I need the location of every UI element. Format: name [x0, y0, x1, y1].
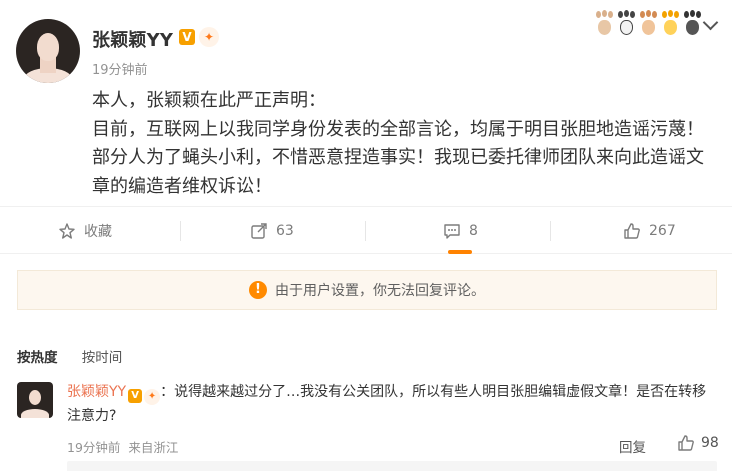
avatar-face [29, 390, 41, 405]
favorite-label: 收藏 [84, 224, 112, 240]
notice-text: 由于用户设置，你无法回复评论。 [275, 283, 485, 299]
like-button[interactable]: 267 [623, 207, 676, 255]
sub-comment-area [67, 461, 717, 471]
weibo-post: 张颖颖YY V ✦ 19分钟前 本人，张颖颖在此严正声明： 目前，互联网上以我同… [0, 0, 732, 206]
post-username[interactable]: 张颖颖YY [92, 26, 173, 52]
comment-time: 19分钟前 [67, 440, 121, 455]
decoration-icons [594, 10, 702, 38]
paw-decoration-icon [660, 10, 680, 38]
level-badge-icon: ✦ [144, 389, 161, 405]
paw-decoration-icon [682, 10, 702, 38]
active-tab-indicator [448, 250, 472, 254]
comment-count: 8 [469, 223, 478, 239]
comment-button[interactable]: 8 [443, 207, 478, 255]
avatar-shoulders [21, 409, 49, 418]
comment-like-button[interactable]: 98 [677, 434, 719, 452]
post-content-line: 本人，张颖颖在此严正声明： [92, 90, 326, 111]
paw-decoration-icon [594, 10, 614, 38]
chevron-down-icon[interactable] [700, 14, 720, 34]
warning-icon: ! [249, 281, 267, 299]
post-time: 19分钟前 [92, 63, 148, 78]
comment-body: 张颖颖YY V ✦ ：说得越来越过分了…我没有公关团队，所以有些人明目张胆编辑虚假文章… [67, 381, 717, 428]
star-icon [58, 222, 76, 240]
reply-button[interactable]: 回复 [619, 436, 646, 456]
comment-sort-tabs: 按热度 按时间 [17, 346, 122, 366]
comment-text: ：说得越来越过分了…我没有公关团队，所以有些人明目张胆编辑虚假文章！是否在转移注… [67, 384, 707, 424]
repost-button[interactable]: 63 [250, 207, 294, 255]
thumbs-up-icon [678, 435, 694, 451]
like-count: 267 [649, 223, 676, 239]
thumbs-up-icon [623, 222, 641, 240]
repost-icon [250, 222, 268, 240]
favorite-button[interactable]: 收藏 [58, 207, 112, 255]
post-content: 本人，张颖颖在此严正声明： 目前，互联网上以我同学身份发表的全部言论，均属于明目… [92, 87, 712, 201]
tab-sort-time[interactable]: 按时间 [82, 350, 123, 366]
comment-location: 来自浙江 [128, 440, 179, 455]
divider [550, 221, 551, 241]
verified-badge-icon: V [179, 29, 195, 45]
paw-decoration-icon [616, 10, 636, 38]
divider [180, 221, 181, 241]
comment-meta: 19分钟前 来自浙江 [67, 437, 178, 456]
post-content-line: 目前，互联网上以我同学身份发表的全部言论，均属于明目张胆地造谣污蔑！部分人为了蝇… [92, 118, 704, 197]
user-avatar[interactable] [16, 19, 80, 83]
reply-restricted-notice: ! 由于用户设置，你无法回复评论。 [17, 270, 717, 310]
comment-username[interactable]: 张颖颖YY [67, 384, 126, 400]
comment-avatar[interactable] [17, 382, 53, 418]
level-badge-icon: ✦ [199, 27, 219, 47]
verified-badge-icon: V [128, 389, 143, 403]
comment-like-count: 98 [701, 435, 719, 451]
avatar-face [37, 33, 59, 61]
paw-decoration-icon [638, 10, 658, 38]
divider [365, 221, 366, 241]
comment-icon [443, 222, 461, 240]
tab-sort-hot[interactable]: 按热度 [17, 350, 58, 366]
post-actions-bar: 收藏 63 8 267 [0, 206, 732, 254]
repost-count: 63 [276, 223, 294, 239]
